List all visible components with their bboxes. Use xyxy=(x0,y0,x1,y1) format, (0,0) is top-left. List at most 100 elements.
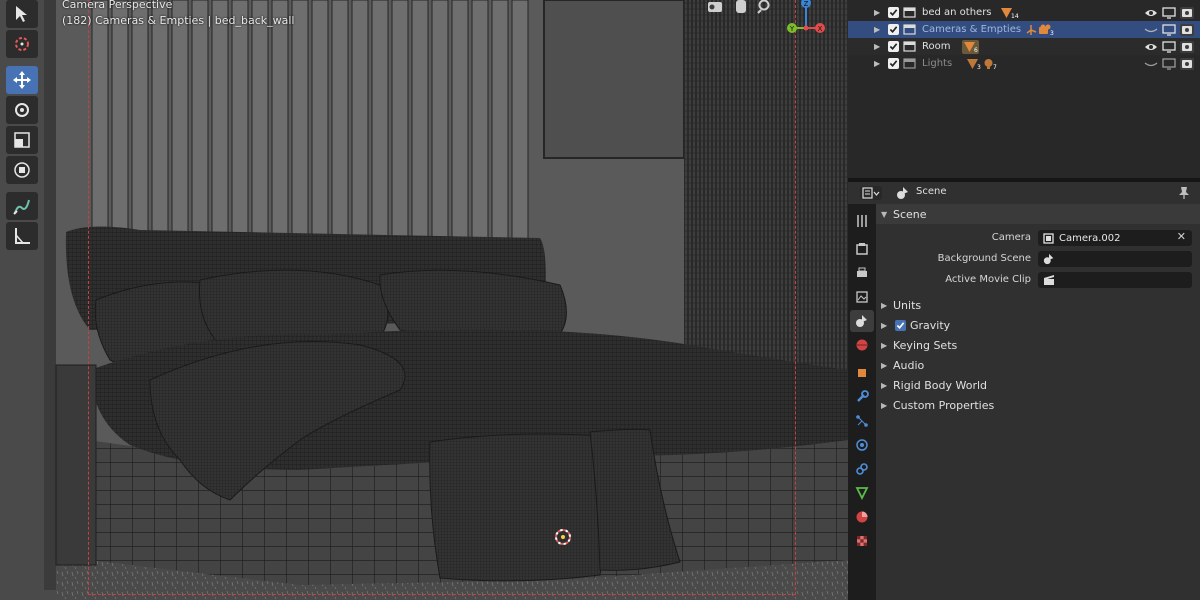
gravity-panel-header[interactable]: ▶ Gravity xyxy=(876,315,1200,335)
3d-cursor-tool[interactable] xyxy=(6,30,38,58)
clapperboard-icon xyxy=(1044,275,1054,285)
tab-constraints[interactable] xyxy=(850,458,874,480)
annotate-tool[interactable] xyxy=(6,192,38,220)
outliner-row-lights[interactable]: ▶ Lights 3 7 xyxy=(848,55,1200,72)
render-camera-icon[interactable] xyxy=(1180,57,1194,70)
pencil-icon xyxy=(13,199,30,215)
measure-tool[interactable] xyxy=(6,222,38,250)
editor-type-dropdown[interactable] xyxy=(860,186,882,200)
tab-tool[interactable] xyxy=(850,210,874,232)
tab-output[interactable] xyxy=(850,262,874,284)
audio-panel-header[interactable]: ▶ Audio xyxy=(876,355,1200,375)
exclude-checkbox[interactable] xyxy=(888,58,899,69)
units-panel-header[interactable]: ▶ Units xyxy=(876,295,1200,315)
camera-field[interactable]: Camera.002 ✕ xyxy=(1038,230,1192,246)
gravity-panel-title: Gravity xyxy=(910,318,951,332)
expand-arrow-icon[interactable]: ▶ xyxy=(881,301,887,310)
custom-properties-panel-header[interactable]: ▶ Custom Properties xyxy=(876,395,1200,415)
gravity-checkbox[interactable] xyxy=(895,319,906,331)
keying-sets-panel-title: Keying Sets xyxy=(893,338,958,352)
outliner-item-label: Lights xyxy=(922,58,953,69)
outliner-row-cameras-empties[interactable]: ▶ Cameras & Empties 3 xyxy=(848,21,1200,38)
visibility-eye-closed-icon[interactable] xyxy=(1144,58,1158,70)
render-camera-icon[interactable] xyxy=(1180,40,1194,53)
exclude-checkbox[interactable] xyxy=(888,24,899,35)
navigation-gizmo[interactable]: Z Y X xyxy=(700,0,848,43)
transform-tool[interactable] xyxy=(6,156,38,184)
world-globe-icon xyxy=(856,339,868,351)
camera-view-icon[interactable] xyxy=(708,2,722,12)
background-scene-field[interactable] xyxy=(1038,251,1192,267)
zoom-icon[interactable] xyxy=(757,0,770,14)
tab-object[interactable] xyxy=(850,362,874,384)
tab-world[interactable] xyxy=(850,334,874,356)
camera-data-icon xyxy=(1043,232,1054,244)
collection-icon xyxy=(903,7,916,18)
crosshair-icon xyxy=(15,37,29,51)
outliner-row-room[interactable]: ▶ Room 6 xyxy=(848,38,1200,55)
3d-viewport[interactable]: Camera Perspective (182) Cameras & Empti… xyxy=(0,0,848,600)
keying-sets-panel-header[interactable]: ▶ Keying Sets xyxy=(876,335,1200,355)
move-arrows-icon xyxy=(13,71,31,89)
3d-cursor-icon[interactable] xyxy=(553,527,573,547)
move-tool[interactable] xyxy=(6,66,38,94)
expand-arrow-icon[interactable]: ▶ xyxy=(874,42,880,51)
active-movie-clip-field[interactable] xyxy=(1038,272,1192,288)
image-layers-icon xyxy=(856,291,868,303)
select-box-tool[interactable] xyxy=(6,0,38,28)
axis-gizmo[interactable]: Z Y X xyxy=(787,0,825,33)
rotate-tool[interactable] xyxy=(6,96,38,124)
visibility-eye-icon[interactable] xyxy=(1144,41,1158,53)
expand-arrow-icon[interactable]: ▶ xyxy=(881,341,887,350)
expand-arrow-icon[interactable]: ▶ xyxy=(881,361,887,370)
tab-material[interactable] xyxy=(850,506,874,528)
exclude-checkbox[interactable] xyxy=(888,7,899,18)
particles-icon xyxy=(856,415,868,427)
tab-data[interactable] xyxy=(850,482,874,504)
properties-tabs xyxy=(848,204,876,600)
tab-modifiers[interactable] xyxy=(850,386,874,408)
expand-arrow-icon[interactable]: ▶ xyxy=(874,8,880,17)
scene-panel-header[interactable]: ▼ Scene xyxy=(876,204,1200,224)
viewport-display-icon[interactable] xyxy=(1162,57,1176,70)
tab-particles[interactable] xyxy=(850,410,874,432)
tab-physics[interactable] xyxy=(850,434,874,456)
visibility-eye-closed-icon[interactable] xyxy=(1144,24,1158,36)
scale-tool[interactable] xyxy=(6,126,38,154)
render-camera-icon[interactable] xyxy=(1180,6,1194,19)
ruler-icon xyxy=(15,228,30,244)
collapse-arrow-icon[interactable]: ▼ xyxy=(881,210,887,219)
constraint-link-icon xyxy=(856,463,868,475)
camera-count-badge: 3 xyxy=(1038,23,1054,37)
rigid-body-world-panel-header[interactable]: ▶ Rigid Body World xyxy=(876,375,1200,395)
visibility-eye-icon[interactable] xyxy=(1144,7,1158,19)
expand-arrow-icon[interactable]: ▶ xyxy=(881,381,887,390)
hand-pan-icon[interactable] xyxy=(736,0,746,13)
scene-icon xyxy=(897,187,908,199)
viewport-display-icon[interactable] xyxy=(1162,6,1176,19)
viewport-display-icon[interactable] xyxy=(1162,40,1176,53)
outliner[interactable]: ▶ bed an others 14 ▶ Cameras & Empties 3 xyxy=(848,0,1200,178)
camera-value: Camera.002 xyxy=(1059,232,1121,244)
tab-render[interactable] xyxy=(850,238,874,260)
tab-scene[interactable] xyxy=(850,310,874,332)
scene-panel-title: Scene xyxy=(893,207,927,221)
render-camera-icon[interactable] xyxy=(1180,23,1194,36)
expand-arrow-icon[interactable]: ▶ xyxy=(874,59,880,68)
expand-arrow-icon[interactable]: ▶ xyxy=(874,25,880,34)
expand-arrow-icon[interactable]: ▶ xyxy=(881,401,887,410)
exclude-checkbox[interactable] xyxy=(888,41,899,52)
active-movie-clip-label: Active Movie Clip xyxy=(945,274,1031,285)
tab-texture[interactable] xyxy=(850,530,874,552)
viewport-info: Camera Perspective (182) Cameras & Empti… xyxy=(62,0,294,29)
background-scene-row: Background Scene xyxy=(876,251,1200,269)
outliner-row-bed-an-others[interactable]: ▶ bed an others 14 xyxy=(848,4,1200,21)
rigid-body-world-panel-title: Rigid Body World xyxy=(893,378,988,392)
clear-camera-icon[interactable]: ✕ xyxy=(1177,230,1186,243)
viewport-display-icon[interactable] xyxy=(1162,23,1176,36)
tab-view-layer[interactable] xyxy=(850,286,874,308)
camera-label: Camera xyxy=(991,232,1031,243)
pin-icon[interactable] xyxy=(1178,186,1190,200)
tool-icon xyxy=(857,215,867,227)
expand-arrow-icon[interactable]: ▶ xyxy=(881,321,887,330)
